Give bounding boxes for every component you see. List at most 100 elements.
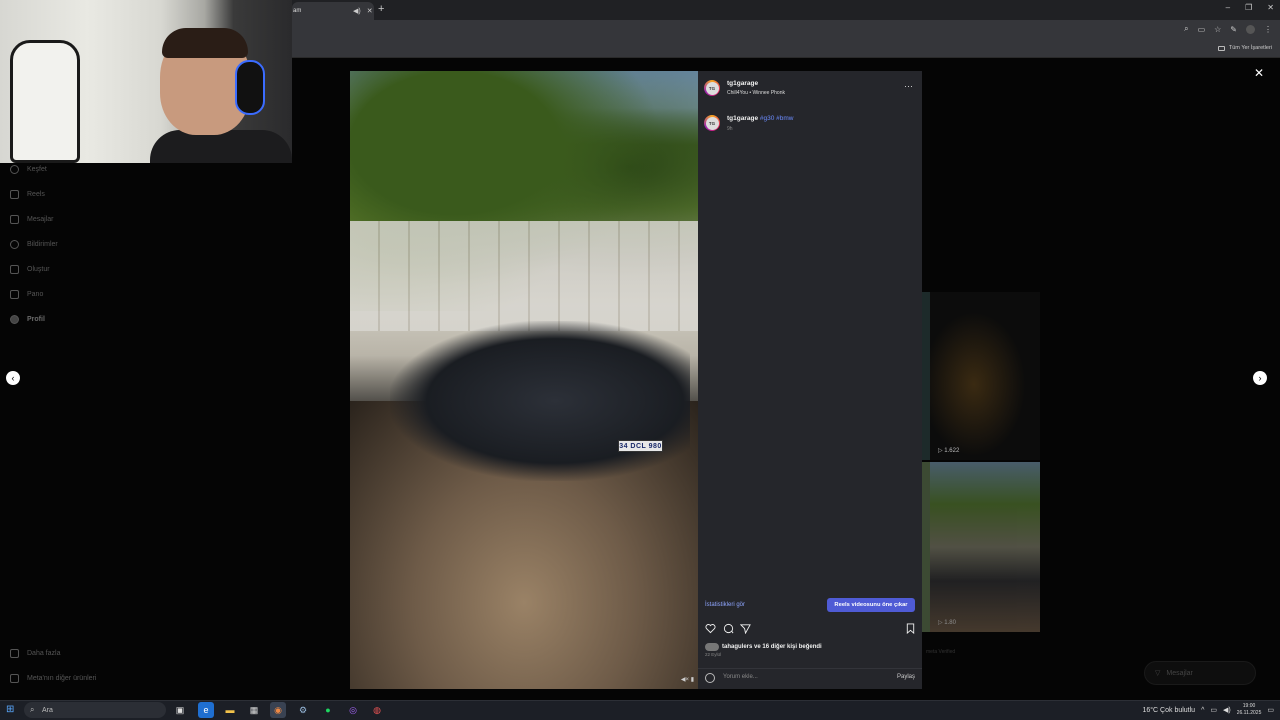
- menu-icon[interactable]: ⋮: [1264, 25, 1272, 34]
- sidebar-item-reels[interactable]: Reels: [10, 190, 45, 199]
- cast-icon[interactable]: ▭: [1198, 25, 1206, 34]
- sidebar-item-meta[interactable]: Meta'nın diğer ürünleri: [10, 674, 96, 683]
- sidebar-item-create[interactable]: Oluştur: [10, 265, 50, 274]
- tab-audio-icon[interactable]: ◀): [353, 7, 361, 15]
- caption-text: tg1garage #g30 #bmw: [727, 115, 794, 122]
- promote-reel-button[interactable]: Reels videosunu öne çıkar: [827, 598, 915, 612]
- view-count: ▷ 1.622: [938, 448, 960, 454]
- store-icon[interactable]: ▦: [246, 702, 262, 718]
- sidebar-item-label: Pano: [27, 291, 44, 298]
- heart-icon: [10, 240, 19, 249]
- browser-tab[interactable]: am ◀) ✕: [292, 2, 374, 20]
- audio-label[interactable]: Chill4You • Winnee Phonk: [727, 90, 785, 96]
- clock[interactable]: 19:00 26.11.2025: [1237, 703, 1262, 717]
- view-stats-link[interactable]: İstatistikleri gör: [705, 602, 745, 608]
- steam-icon[interactable]: ⚙: [295, 702, 311, 718]
- sidebar-item-notifications[interactable]: Bildirimler: [10, 240, 58, 249]
- grid-thumbnail[interactable]: ▷ 1.80: [930, 462, 1040, 632]
- star-icon[interactable]: ☆: [1214, 25, 1221, 34]
- folder-icon: [1217, 45, 1225, 51]
- caption-avatar[interactable]: TG: [704, 115, 720, 131]
- sidebar-item-label: Mesajlar: [27, 216, 54, 223]
- grid-thumbnail[interactable]: ▷ 1.622: [930, 292, 1040, 460]
- dashboard-icon: [10, 290, 19, 299]
- weather-widget[interactable]: 16°C Çok bulutlu: [1142, 707, 1195, 714]
- sidebar-item-dashboard[interactable]: Pano: [10, 290, 43, 299]
- spotify-icon[interactable]: ●: [320, 702, 336, 718]
- tab-title: am: [293, 8, 302, 14]
- footer-text: meta Verified: [926, 649, 956, 655]
- gaming-chair: [10, 40, 80, 163]
- sidebar-item-label: Bildirimler: [27, 241, 58, 248]
- license-plate: 34 DCL 980: [618, 440, 663, 452]
- chrome-icon[interactable]: ◉: [270, 702, 286, 718]
- profile-avatar-icon: [10, 315, 19, 324]
- all-bookmarks-label: Tüm Yer İşaretleri: [1228, 45, 1272, 51]
- bookmark-icon[interactable]: [905, 623, 916, 634]
- notification-icon[interactable]: ▭: [1267, 706, 1274, 714]
- task-view-icon[interactable]: ▣: [172, 702, 188, 718]
- more-options-icon[interactable]: ···: [904, 81, 913, 91]
- search-placeholder: Ara: [42, 706, 53, 714]
- likes-text: tahagulers ve 16 diğer kişi beğendi: [722, 644, 822, 650]
- bmw-car: [390, 321, 690, 481]
- sidebar-item-more[interactable]: Daha fazla: [10, 649, 60, 658]
- close-icon[interactable]: ✕: [1254, 66, 1264, 80]
- toolbar-icons: ⌕ ▭ ☆ ✎ ⋮: [1184, 24, 1272, 34]
- minimize-button[interactable]: –: [1226, 3, 1230, 12]
- comment-input[interactable]: Yorum ekle...: [723, 674, 758, 680]
- reels-icon: [10, 190, 19, 199]
- sidebar-item-profile[interactable]: Profil: [10, 315, 45, 324]
- sidebar-item-explore[interactable]: Keşfet: [10, 165, 47, 174]
- extensions-icon[interactable]: ✎: [1230, 25, 1237, 34]
- file-explorer-icon[interactable]: ▬: [222, 702, 238, 718]
- messages-label: Mesajlar: [1166, 669, 1193, 677]
- share-icon[interactable]: [740, 623, 751, 634]
- comment-bar: Yorum ekle... Paylaş: [698, 668, 922, 689]
- webcam-overlay: [0, 0, 292, 163]
- streamer-hair: [162, 28, 248, 58]
- heart-icon[interactable]: [705, 623, 716, 634]
- obs-icon[interactable]: ◎: [345, 702, 361, 718]
- tab-close-icon[interactable]: ✕: [367, 7, 373, 15]
- zoom-icon[interactable]: ⌕: [1184, 24, 1188, 34]
- browser-toolbar: [292, 20, 1280, 42]
- grid-thumbnail-edge[interactable]: [922, 292, 930, 460]
- grid-thumbnail-edge[interactable]: [922, 462, 930, 632]
- profile-avatar-icon[interactable]: [1246, 24, 1255, 34]
- likes-summary[interactable]: tahagulers ve 16 diğer kişi beğendi: [705, 643, 822, 651]
- comment-icon[interactable]: [723, 623, 734, 634]
- tray-chevron-icon[interactable]: ^: [1201, 707, 1204, 714]
- compass-icon: [10, 165, 19, 174]
- windows-start-icon[interactable]: ⊞: [6, 704, 14, 715]
- all-bookmarks-button[interactable]: Tüm Yer İşaretleri: [1217, 45, 1272, 51]
- sidebar-item-messages[interactable]: Mesajlar: [10, 215, 53, 224]
- caption-hashtags[interactable]: #g30 #bmw: [760, 115, 794, 122]
- system-tray: 16°C Çok bulutlu ^ ▭ ◀) 19:00 26.11.2025 …: [1142, 702, 1274, 718]
- network-icon[interactable]: ▭: [1210, 706, 1217, 714]
- caption-time: 9h: [727, 126, 733, 132]
- new-tab-button[interactable]: +: [378, 3, 384, 15]
- chevron-right-icon[interactable]: ›: [1253, 371, 1267, 385]
- app-icon[interactable]: ◍: [369, 702, 385, 718]
- speaker-icon[interactable]: ◀): [1223, 706, 1231, 714]
- emoji-icon[interactable]: [705, 673, 715, 683]
- maximize-button[interactable]: ❐: [1245, 3, 1252, 12]
- sidebar-item-label: Daha fazla: [27, 650, 61, 657]
- messages-pill[interactable]: ▽ Mesajlar: [1144, 661, 1256, 685]
- post-comment-button[interactable]: Paylaş: [897, 674, 915, 680]
- search-icon: ⌕: [30, 705, 35, 714]
- taskbar-search-input[interactable]: ⌕ Ara: [24, 702, 166, 718]
- window-controls: – ❐ ✕: [1226, 3, 1274, 12]
- send-icon: ▽: [1155, 670, 1161, 677]
- window-close-button[interactable]: ✕: [1267, 3, 1274, 12]
- author-username[interactable]: tg1garage: [727, 80, 758, 87]
- post-media[interactable]: 34 DCL 980 ◀× ▮: [350, 71, 698, 689]
- mute-icon[interactable]: ◀× ▮: [681, 676, 694, 683]
- caption-username[interactable]: tg1garage: [727, 115, 758, 122]
- edge-icon[interactable]: e: [198, 702, 214, 718]
- streamer-body: [150, 130, 292, 163]
- author-avatar[interactable]: TG: [704, 80, 720, 96]
- chevron-left-icon[interactable]: ‹: [6, 371, 20, 385]
- bookmarks-bar: [292, 42, 1280, 58]
